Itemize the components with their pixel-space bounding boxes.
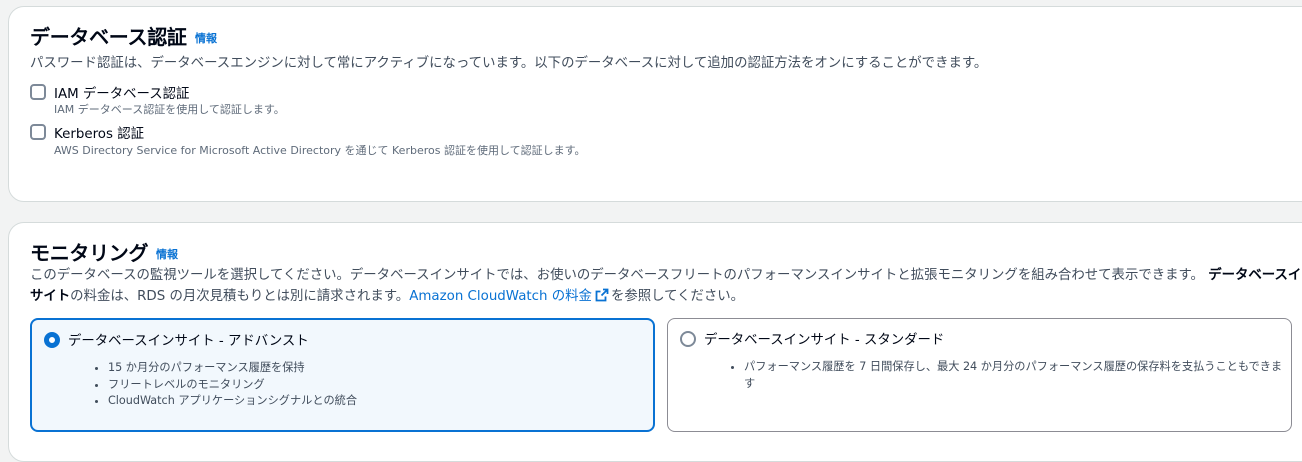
list-item: パフォーマンス履歴を 7 日間保存し、最大 24 か月分のパフォーマンス履歴の保… <box>744 359 1289 392</box>
auth-info-link[interactable]: 情報 <box>195 30 217 46</box>
monitoring-description-text: このデータベースの監視ツールを選択してください。データベースインサイトでは、お使… <box>30 268 1204 283</box>
kerberos-auth-label[interactable]: Kerberos 認証 <box>54 122 144 142</box>
database-auth-panel: データベース認証 情報 パスワード認証は、データベースエンジンに対して常にアクテ… <box>8 6 1302 202</box>
db-insights-standard-title: データベースインサイト - スタンダード <box>704 333 945 348</box>
monitoring-panel: モニタリング 情報 このデータベースの監視ツールを選択してください。データベース… <box>8 222 1302 462</box>
cloudwatch-pricing-link-text[interactable]: Amazon CloudWatch の料金 <box>409 289 592 304</box>
iam-auth-label[interactable]: IAM データベース認証 <box>54 82 189 102</box>
monitoring-info-link[interactable]: 情報 <box>156 246 178 262</box>
monitoring-description-text-2: の料金は、RDS の月次見積もりとは別に請求されます。 <box>70 289 410 304</box>
db-insights-advanced-radio[interactable] <box>44 332 60 348</box>
list-item: CloudWatch アプリケーションシグナルとの統合 <box>108 393 357 410</box>
monitoring-section-title: モニタリング <box>30 241 149 265</box>
db-insights-advanced-tile[interactable]: データベースインサイト - アドバンスト 15 か月分のパフォーマンス履歴を保持… <box>30 318 655 432</box>
cloudwatch-pricing-link[interactable]: Amazon CloudWatch の料金 <box>409 288 611 304</box>
monitoring-description: このデータベースの監視ツールを選択してください。データベースインサイトでは、お使… <box>30 265 1302 309</box>
db-insights-standard-features: パフォーマンス履歴を 7 日間保存し、最大 24 か月分のパフォーマンス履歴の保… <box>744 359 1289 392</box>
db-insights-advanced-features: 15 か月分のパフォーマンス履歴を保持 フリートレベルのモニタリング Cloud… <box>108 360 357 410</box>
list-item: 15 か月分のパフォーマンス履歴を保持 <box>108 360 357 377</box>
auth-section-title: データベース認証 <box>30 25 187 49</box>
iam-auth-description: IAM データベース認証を使用して認証します。 <box>54 103 285 116</box>
kerberos-auth-description: AWS Directory Service for Microsoft Acti… <box>54 144 586 157</box>
kerberos-auth-checkbox[interactable] <box>30 124 46 140</box>
db-insights-standard-tile[interactable]: データベースインサイト - スタンダード パフォーマンス履歴を 7 日間保存し、… <box>667 318 1292 432</box>
monitoring-description-text-3: を参照してください。 <box>610 289 745 304</box>
auth-description: パスワード認証は、データベースエンジンに対して常にアクティブになっています。以下… <box>30 56 988 71</box>
iam-auth-checkbox[interactable] <box>30 84 46 100</box>
db-insights-advanced-title: データベースインサイト - アドバンスト <box>68 334 309 349</box>
external-link-icon <box>595 288 609 309</box>
db-insights-standard-radio[interactable] <box>680 331 696 347</box>
list-item: フリートレベルのモニタリング <box>108 377 357 394</box>
